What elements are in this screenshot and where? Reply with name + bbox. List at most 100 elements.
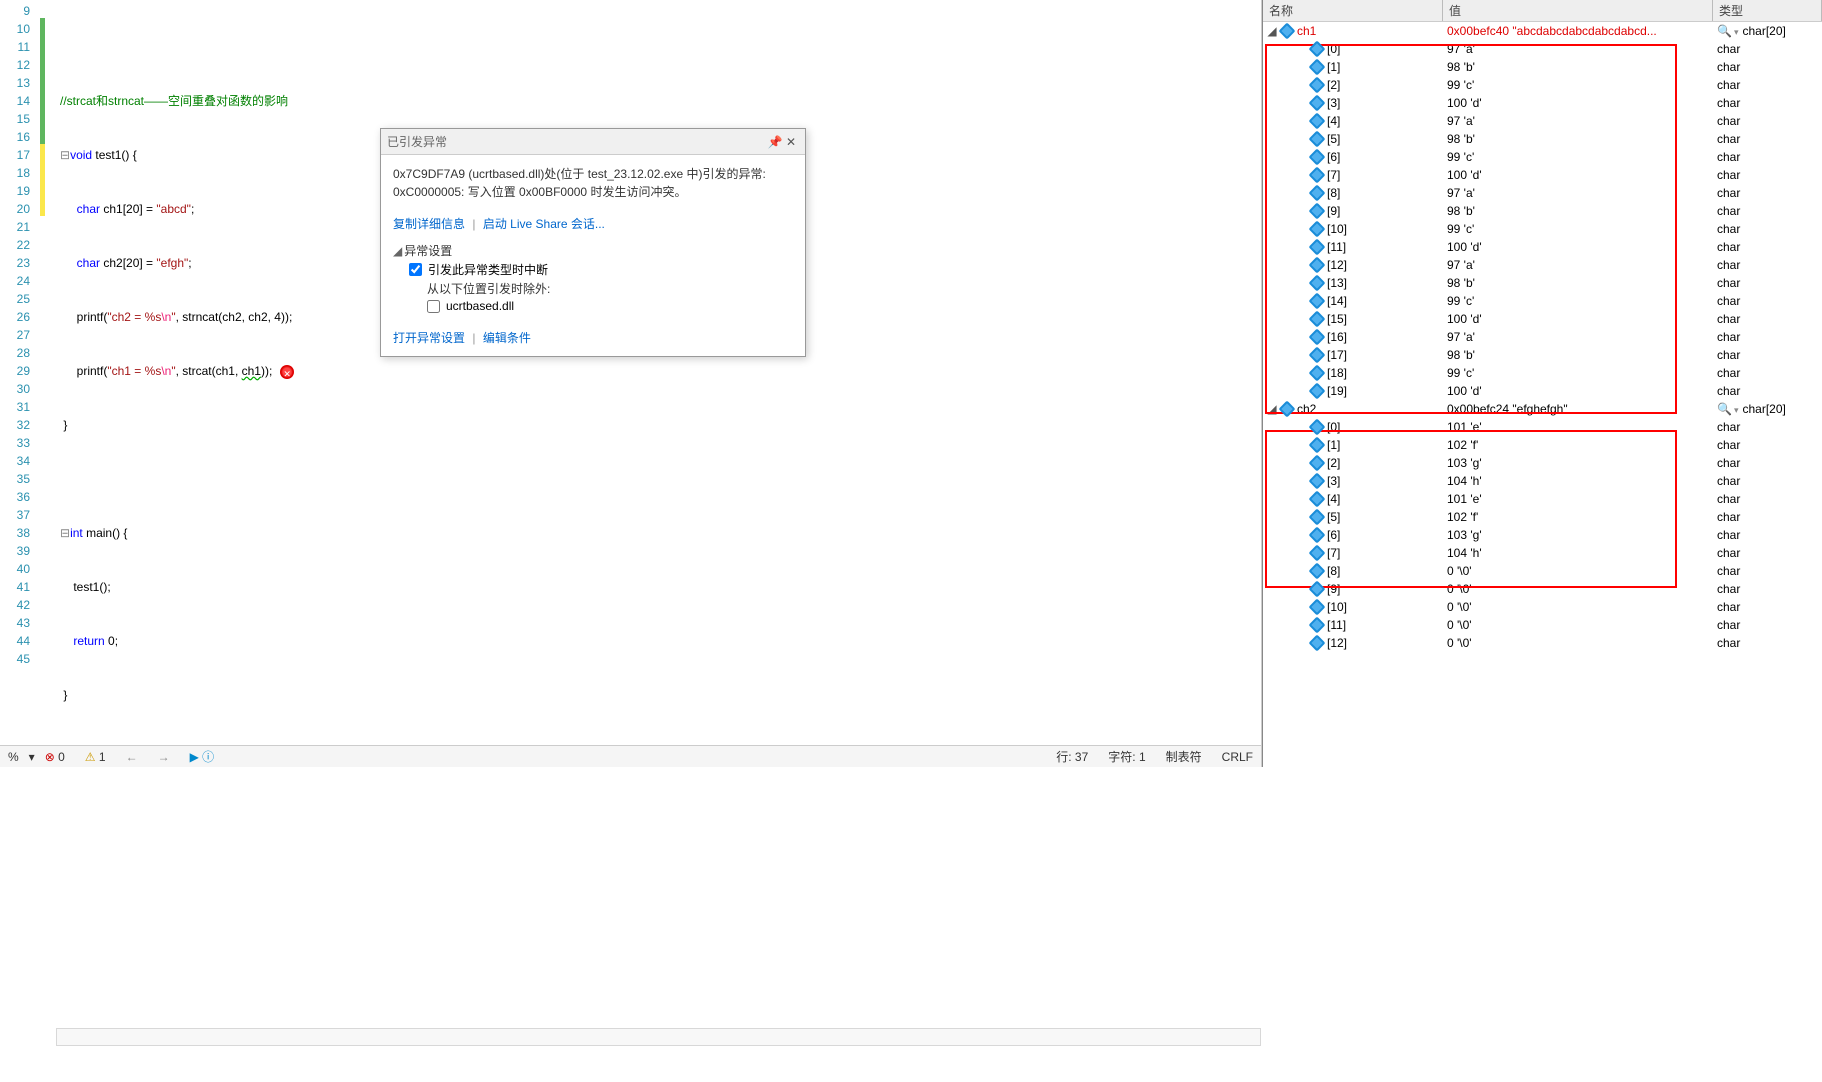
watch-item-row[interactable]: [19]100 'd'char [1263, 382, 1822, 400]
zoom-pct[interactable]: % [8, 750, 19, 764]
magnifier-icon[interactable]: 🔍 [1717, 402, 1738, 416]
item-val: 99 'c' [1443, 150, 1713, 164]
watch-item-row[interactable]: [5]102 'f'char [1263, 508, 1822, 526]
watch-var-row[interactable]: ◢ch20x00befc24 "efghefgh"🔍char[20] [1263, 400, 1822, 418]
pin-icon[interactable]: 📌 [767, 134, 783, 150]
kw: char [77, 256, 100, 270]
fn: printf [77, 364, 104, 378]
editor-panel: 9101112131415161718192021222324252627282… [0, 0, 1262, 767]
esc: \n [161, 310, 171, 324]
expander-icon[interactable]: ◢ [1267, 24, 1277, 38]
field-icon [1309, 599, 1326, 616]
item-type: char [1713, 456, 1822, 470]
watch-item-row[interactable]: [6]99 'c'char [1263, 148, 1822, 166]
watch-item-row[interactable]: [6]103 'g'char [1263, 526, 1822, 544]
watch-item-row[interactable]: [9]0 '\0'char [1263, 580, 1822, 598]
current-line[interactable] [56, 1028, 1261, 1046]
item-type: char [1713, 42, 1822, 56]
copy-details-link[interactable]: 复制详细信息 [393, 217, 465, 231]
watch-item-row[interactable]: [3]104 'h'char [1263, 472, 1822, 490]
watch-item-row[interactable]: [0]97 'a'char [1263, 40, 1822, 58]
item-val: 98 'b' [1443, 348, 1713, 362]
item-val: 99 'c' [1443, 294, 1713, 308]
tabs-mode[interactable]: 制表符 [1166, 748, 1202, 765]
watch-item-row[interactable]: [3]100 'd'char [1263, 94, 1822, 112]
watch-item-row[interactable]: [16]97 'a'char [1263, 328, 1822, 346]
field-icon [1309, 347, 1326, 364]
cb2-label: ucrtbased.dll [446, 299, 514, 313]
field-icon [1309, 455, 1326, 472]
nav-fwd-icon[interactable]: → [158, 750, 170, 764]
watch-item-row[interactable]: [7]100 'd'char [1263, 166, 1822, 184]
live-share-link[interactable]: 启动 Live Share 会话... [483, 217, 605, 231]
nav-play-icon[interactable]: ▶ ⓘ [190, 748, 215, 765]
watch-item-row[interactable]: [8]0 '\0'char [1263, 562, 1822, 580]
watch-item-row[interactable]: [12]97 'a'char [1263, 256, 1822, 274]
watch-item-row[interactable]: [17]98 'b'char [1263, 346, 1822, 364]
watch-item-row[interactable]: [9]98 'b'char [1263, 202, 1822, 220]
code-area[interactable]: //strcat和strncat——空间重叠对函数的影响 ⊟void test1… [56, 0, 1261, 767]
watch-item-row[interactable]: [14]99 'c'char [1263, 292, 1822, 310]
item-type: char [1713, 312, 1822, 326]
crlf-mode[interactable]: CRLF [1222, 750, 1253, 764]
watch-item-row[interactable]: [13]98 'b'char [1263, 274, 1822, 292]
item-type: char [1713, 330, 1822, 344]
item-type: char [1713, 78, 1822, 92]
col-name-hdr[interactable]: 名称 [1263, 0, 1443, 21]
watch-item-row[interactable]: [7]104 'h'char [1263, 544, 1822, 562]
watch-item-row[interactable]: [2]99 'c'char [1263, 76, 1822, 94]
watch-item-row[interactable]: [10]0 '\0'char [1263, 598, 1822, 616]
watch-item-row[interactable]: [4]101 'e'char [1263, 490, 1822, 508]
exception-title: 已引发异常 [387, 133, 767, 150]
exception-icon[interactable] [280, 365, 294, 379]
nav-back-icon[interactable]: ← [126, 750, 138, 764]
col-val-hdr[interactable]: 值 [1443, 0, 1713, 21]
module-checkbox[interactable] [427, 300, 440, 313]
open-exception-settings-link[interactable]: 打开异常设置 [393, 331, 465, 345]
magnifier-icon[interactable]: 🔍 [1717, 24, 1738, 38]
watch-item-row[interactable]: [4]97 'a'char [1263, 112, 1822, 130]
watch-item-row[interactable]: [12]0 '\0'char [1263, 634, 1822, 652]
watch-var-row[interactable]: ◢ch10x00befc40 "abcdabcdabcdabcdabcd...🔍… [1263, 22, 1822, 40]
expander-icon[interactable]: ◢ [1267, 402, 1277, 416]
fn: printf [77, 310, 104, 324]
field-icon [1309, 239, 1326, 256]
watch-item-row[interactable]: [10]99 'c'char [1263, 220, 1822, 238]
watch-item-row[interactable]: [5]98 'b'char [1263, 130, 1822, 148]
field-icon [1309, 437, 1326, 454]
watch-item-row[interactable]: [11]100 'd'char [1263, 238, 1822, 256]
watch-item-row[interactable]: [8]97 'a'char [1263, 184, 1822, 202]
item-type: char [1713, 96, 1822, 110]
item-type: char [1713, 114, 1822, 128]
err-var: ch1 [242, 364, 261, 378]
item-idx: [13] [1327, 276, 1347, 290]
warning-icon[interactable]: ⚠ [85, 750, 96, 764]
item-val: 98 'b' [1443, 132, 1713, 146]
watch-item-row[interactable]: [11]0 '\0'char [1263, 616, 1822, 634]
col-type-hdr[interactable]: 类型 [1713, 0, 1822, 21]
field-icon [1279, 23, 1296, 40]
chevron-down-icon[interactable]: ◢ [393, 244, 402, 258]
watch-body[interactable]: ◢ch10x00befc40 "abcdabcdabcdabcdabcd...🔍… [1263, 22, 1822, 767]
item-type: char [1713, 474, 1822, 488]
error-icon[interactable]: ⊗ [45, 750, 55, 764]
watch-item-row[interactable]: [1]102 'f'char [1263, 436, 1822, 454]
watch-item-row[interactable]: [2]103 'g'char [1263, 454, 1822, 472]
close-icon[interactable]: ✕ [783, 134, 799, 150]
item-val: 101 'e' [1443, 492, 1713, 506]
args: , strcat(ch1, [176, 364, 242, 378]
watch-item-row[interactable]: [18]99 'c'char [1263, 364, 1822, 382]
break-on-exception-checkbox[interactable] [409, 263, 422, 276]
watch-item-row[interactable]: [1]98 'b'char [1263, 58, 1822, 76]
line-label: 行: [1056, 748, 1071, 765]
item-type: char [1713, 564, 1822, 578]
watch-item-row[interactable]: [15]100 'd'char [1263, 310, 1822, 328]
brace: } [63, 418, 67, 432]
item-type: char [1713, 582, 1822, 596]
watch-item-row[interactable]: [0]101 'e'char [1263, 418, 1822, 436]
item-idx: [6] [1327, 528, 1340, 542]
fn-sig: main() { [83, 526, 128, 540]
var-name: ch1 [1297, 24, 1316, 38]
edit-conditions-link[interactable]: 编辑条件 [483, 331, 531, 345]
item-val: 0 '\0' [1443, 636, 1713, 650]
